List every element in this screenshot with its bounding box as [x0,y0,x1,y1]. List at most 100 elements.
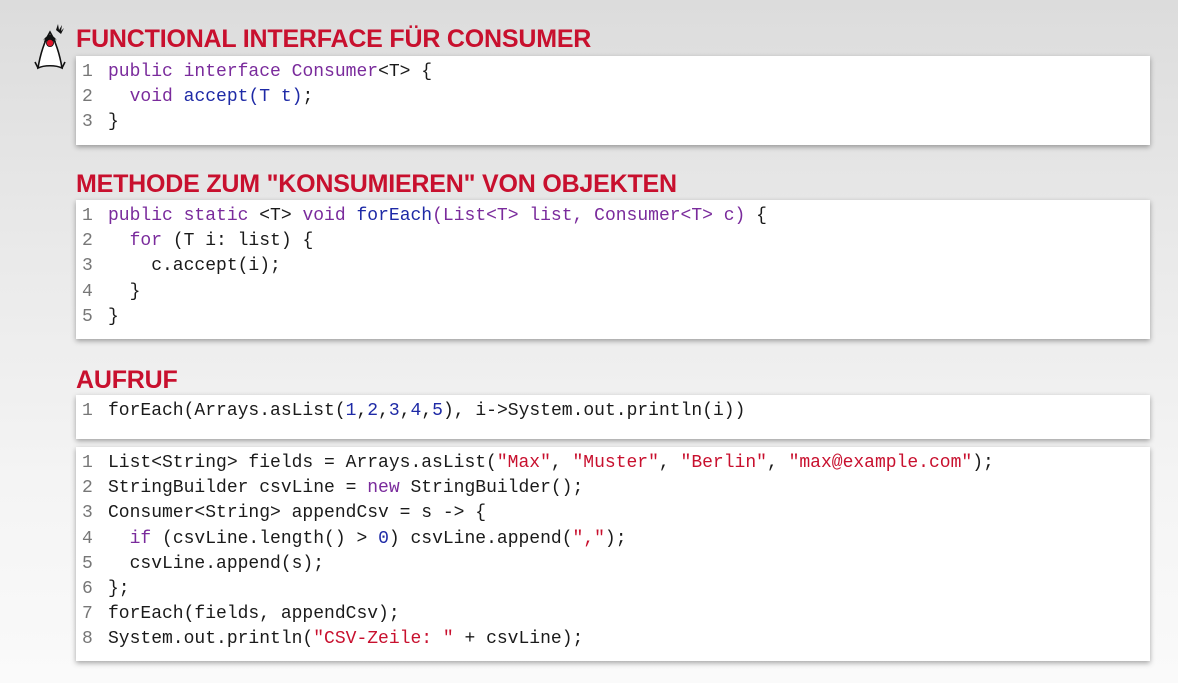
code-line: 7 forEach(fields, appendCsv); [76,602,1150,627]
code-text: (T i: list) { [162,231,314,252]
code-line: 3 c.accept(i); [76,254,1150,279]
code-text: , [658,453,681,473]
code-text: } [108,112,119,133]
line-number: 2 [82,87,93,108]
code-string: "Berlin" [680,453,767,473]
line-number: 7 [82,604,93,625]
code-text: <T> [248,206,303,226]
code-number: 4 [410,401,422,421]
code-line: 1 public interface Consumer<T> { [76,60,1150,85]
code-line: 6}; [76,577,1150,602]
code-text: forEach(fields, appendCsv); [108,604,400,625]
code-text: , [421,401,433,421]
code-line: 1 public static <T> void forEach(List<T> … [76,204,1150,229]
section-heading-functional-interface: FUNCTIONAL INTERFACE FÜR CONSUMER [76,25,592,53]
line-number: 1 [82,62,93,82]
code-line: 8 System.out.println("CSV-Zeile: " + csvL… [76,627,1150,652]
code-string: "," [572,528,605,549]
line-number: 3 [82,503,93,524]
code-line: 4 } [76,280,1150,305]
code-text: , [399,401,411,421]
code-text: , [356,401,368,421]
code-text: StringBuilder csvLine = [108,478,368,499]
code-number: 3 [388,401,400,421]
code-line: 5} [76,305,1150,330]
code-number: 1 [345,401,357,421]
code-text: ); [604,528,627,549]
code-block: 1 forEach(Arrays.asList(1,2,3,4,5), i->Sy… [76,395,1150,439]
code-keyword: public [108,206,173,226]
line-number: 1 [82,453,93,473]
code-text: csvLine.append(s); [108,553,325,574]
code-line: 1 forEach(Arrays.asList(1,2,3,4,5), i->Sy… [76,399,1150,424]
line-number: 4 [82,528,93,549]
line-number: 3 [82,112,93,133]
code-text: List<String> fields = Arrays.asList( [108,453,497,473]
code-line: 3} [76,110,1150,135]
code-text: forEach(Arrays.asList( [108,401,346,421]
code-keyword: void [302,206,346,226]
code-text: , [550,453,573,473]
code-text: ); [972,453,994,473]
code-line: 2 void accept(T t); [76,85,1150,110]
code-number: 0 [378,528,389,549]
code-line: 4 if (csvLine.length() > 0) csvLine.appe… [76,527,1150,552]
code-line: 3 Consumer<String> appendCsv = s -> { [76,501,1150,526]
code-keyword: interface [183,62,281,82]
code-type: (List<T> list, Consumer<T> c) [432,206,746,226]
code-string: "Max" [496,453,551,473]
code-number: 2 [367,401,379,421]
code-block: 1 public static <T> void forEach(List<T> … [76,200,1150,339]
code-text: <T> { [378,62,433,82]
code-text: c.accept(i); [108,256,281,277]
code-string: "Muster" [572,453,659,473]
line-number: 5 [82,306,93,327]
section-heading-methode: METHODE ZUM "KONSUMIEREN" VON OBJEKTEN [76,170,677,198]
line-number: 8 [82,629,93,650]
line-number: 2 [82,231,93,252]
code-text: ; [302,87,314,108]
code-function: accept(T t) [183,87,303,108]
code-block: 1 public interface Consumer<T> { 2 void ac… [76,56,1150,145]
line-number: 5 [82,553,93,574]
code-text: } [108,281,141,302]
code-string: "CSV-Zeile: " [313,629,454,650]
code-keyword: static [183,206,249,226]
duke-mascot-icon [34,22,66,70]
line-number: 6 [82,578,93,599]
line-number: 1 [82,206,93,226]
line-number: 2 [82,478,93,499]
code-text: System.out.println( [108,629,314,650]
code-keyword: new [367,478,400,499]
line-number: 3 [82,256,93,277]
code-type: Consumer [291,62,379,82]
code-text: StringBuilder(); [399,478,584,499]
code-text: , [378,401,389,421]
code-line: 5 csvLine.append(s); [76,552,1150,577]
section-heading-aufruf: AUFRUF [76,366,178,394]
code-line: 1 List<String> fields = Arrays.asList("Ma… [76,451,1150,476]
code-block: 1 List<String> fields = Arrays.asList("Ma… [76,447,1150,661]
code-text: ) csvLine.append( [388,528,573,549]
code-line: 2 for (T i: list) { [76,229,1150,254]
code-text: Consumer<String> appendCsv = s -> { [108,503,487,524]
code-function: forEach [356,206,433,226]
code-text: }; [108,578,130,599]
code-text: } [108,306,119,327]
code-text: + csvLine); [453,629,584,650]
code-number: 5 [432,401,443,421]
code-string: "max@example.com" [788,453,973,473]
code-keyword: for [129,231,163,252]
line-number: 1 [82,401,93,421]
code-text: ), i->System.out.println(i)) [442,401,746,421]
code-keyword: public [108,62,173,82]
code-keyword: void [129,87,173,108]
code-text: (csvLine.length() > [151,528,379,549]
